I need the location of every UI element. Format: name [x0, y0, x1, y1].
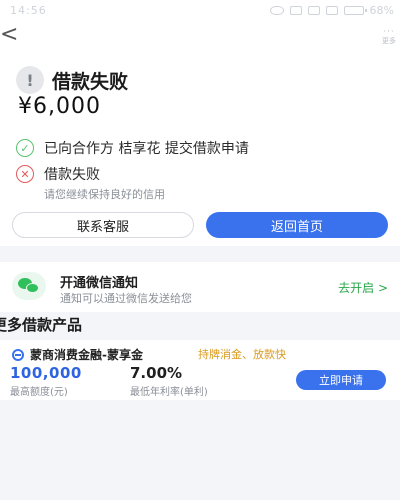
wechat-notify-card[interactable]: 开通微信通知 通知可以通过微信发送给您 去开启 >	[0, 262, 400, 312]
more-button[interactable]: ··· 更多	[382, 28, 396, 46]
more-label: 更多	[382, 37, 396, 45]
wifi-icon	[307, 6, 320, 15]
step-text: 借款失败	[44, 167, 100, 183]
product-card[interactable]: 蒙商消费金融-蒙享金 持牌消金、放款快 100,000 最高额度(元) 7.00…	[0, 340, 400, 400]
result-card: ! 借款失败 ¥6,000 ✓ 已向合作方 桔享花 提交借款申请 ✕ 借款失败 …	[0, 56, 400, 246]
notify-title: 开通微信通知	[60, 276, 139, 291]
vibrate-icon	[289, 6, 302, 15]
nav-bar: < ··· 更多	[0, 22, 400, 56]
result-actions: 联系客服 返回首页	[12, 212, 388, 238]
wechat-icon	[12, 272, 46, 300]
contact-service-button[interactable]: 联系客服	[12, 212, 194, 238]
loan-result-page: 14:56 68% < ··· 更多 ! 借款失败 ¥6,000 ✓ 已向合作方…	[0, 0, 400, 500]
section-title: 更多借款产品	[0, 316, 83, 334]
eye-icon	[269, 6, 284, 15]
back-button[interactable]: <	[0, 24, 18, 46]
step-submitted: ✓ 已向合作方 桔享花 提交借款申请	[16, 138, 249, 158]
warning-icon: !	[16, 66, 44, 94]
product-tags: 持牌消金、放款快	[198, 348, 286, 361]
min-rate-label: 最低年利率(单利)	[130, 387, 208, 398]
bank-logo-icon	[12, 349, 24, 361]
min-rate: 7.00%	[130, 364, 183, 382]
status-icons: 68%	[269, 4, 394, 17]
max-amount-label: 最高额度(元)	[10, 387, 68, 398]
battery-icon	[343, 6, 367, 15]
step-failed: ✕ 借款失败 请您继续保持良好的信用	[16, 164, 249, 202]
status-bar: 14:56 68%	[0, 0, 400, 22]
loan-amount: ¥6,000	[18, 94, 101, 119]
progress-steps: ✓ 已向合作方 桔享花 提交借款申请 ✕ 借款失败 请您继续保持良好的信用	[16, 138, 249, 208]
apply-now-button[interactable]: 立即申请	[296, 370, 386, 390]
max-amount: 100,000	[10, 364, 82, 382]
notify-subtitle: 通知可以通过微信发送给您	[60, 292, 192, 305]
product-name: 蒙商消费金融-蒙享金	[30, 348, 143, 362]
enable-notify-link[interactable]: 去开启 >	[338, 279, 388, 296]
check-icon: ✓	[16, 139, 34, 157]
back-home-button[interactable]: 返回首页	[206, 212, 388, 238]
step-text: 已向合作方 桔享花 提交借款申请	[44, 141, 249, 157]
result-title: 借款失败	[52, 70, 129, 93]
cross-icon: ✕	[16, 165, 34, 183]
step-subtext: 请您继续保持良好的信用	[44, 188, 165, 201]
result-title-row: ! 借款失败	[16, 66, 128, 94]
more-dots-icon: ···	[383, 27, 395, 37]
signal-icon	[325, 6, 338, 15]
battery-percent: 68%	[369, 4, 394, 17]
status-time: 14:56	[10, 4, 47, 17]
